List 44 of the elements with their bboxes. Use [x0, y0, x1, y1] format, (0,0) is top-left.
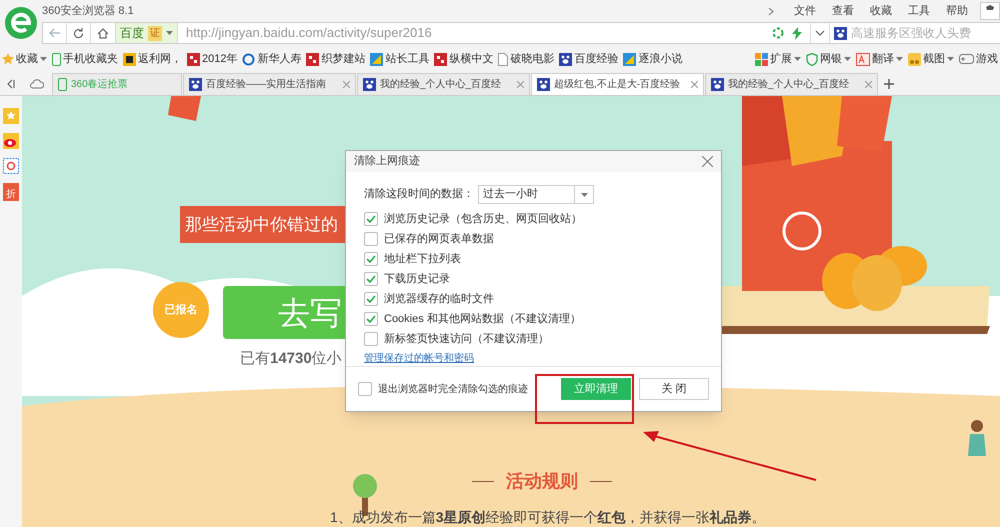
discount-icon[interactable]: 折: [3, 183, 19, 201]
browser-tab[interactable]: 超级红包,不止是大-百度经验: [531, 73, 704, 95]
toolbar-button[interactable]: 游戏: [959, 50, 998, 68]
menu-item[interactable]: 工具: [900, 2, 938, 20]
option-label[interactable]: Cookies 和其他网站数据（不建议清理）: [384, 310, 581, 328]
time-range-select[interactable]: 过去一小时: [478, 185, 594, 204]
dialog-title: 清除上网痕迹: [354, 154, 421, 170]
menu-item[interactable]: 文件: [786, 2, 824, 20]
close-button[interactable]: 关 闭: [639, 378, 709, 400]
ribbon: 那些活动中你错过的: [180, 206, 345, 243]
menu-item[interactable]: 查看: [824, 2, 862, 20]
bookmark[interactable]: 织梦建站: [306, 50, 366, 68]
rules-title: 活动规则: [506, 470, 578, 493]
bookmark[interactable]: 站长工具: [370, 50, 430, 68]
rule-text: 1、成功发布一篇3星原创经验即可获得一个红包，并获得一张礼品券。: [330, 508, 766, 527]
bookmark[interactable]: 新华人寿: [242, 50, 302, 68]
menu-item[interactable]: 收藏: [862, 2, 900, 20]
range-label: 清除这段时间的数据：: [364, 186, 474, 202]
bookmark[interactable]: 返利网，: [123, 50, 182, 68]
browser-tab[interactable]: 百度经验——实用生活指南: [183, 73, 356, 95]
toolbar-button[interactable]: 扩展: [755, 50, 801, 68]
option-label[interactable]: 退出浏览器时完全清除勾选的痕迹: [378, 382, 528, 397]
toolbar-button[interactable]: 网银: [806, 50, 851, 68]
option-label[interactable]: 浏览历史记录（包含历史、网页回收站）: [384, 210, 582, 228]
bookmark[interactable]: 手机收藏夹: [52, 50, 118, 68]
option-label[interactable]: 已保存的网页表单数据: [384, 230, 494, 248]
browser-tab[interactable]: 我的经验_个人中心_百度经: [705, 73, 878, 95]
bookmark[interactable]: 纵横中文: [434, 50, 494, 68]
option-label[interactable]: 地址栏下拉列表: [384, 250, 461, 268]
participant-count: 已有14730位小: [240, 349, 342, 369]
browser-tab[interactable]: 我的经验_个人中心_百度经: [357, 73, 530, 95]
bookmark[interactable]: 破晓电影: [498, 50, 554, 68]
option-label[interactable]: 下载历史记录: [384, 270, 450, 288]
toolbar-button[interactable]: 截图: [908, 50, 954, 68]
bookmark[interactable]: 逐浪小说: [623, 50, 682, 68]
bookmark[interactable]: 2012年: [187, 50, 238, 68]
option-label[interactable]: 浏览器缓存的临时文件: [384, 290, 494, 308]
window-title: 360安全浏览器 8.1: [42, 4, 135, 19]
bookmark[interactable]: 百度经验: [559, 50, 618, 68]
toolbar-button[interactable]: 翻译: [856, 50, 903, 68]
bookmark[interactable]: 收藏: [2, 50, 47, 68]
option-label[interactable]: 新标签页快速访问（不建议清理）: [384, 330, 549, 348]
manage-passwords-link[interactable]: 管理保存过的帐号和密码: [364, 351, 703, 366]
menu-item[interactable]: 帮助: [938, 2, 976, 20]
